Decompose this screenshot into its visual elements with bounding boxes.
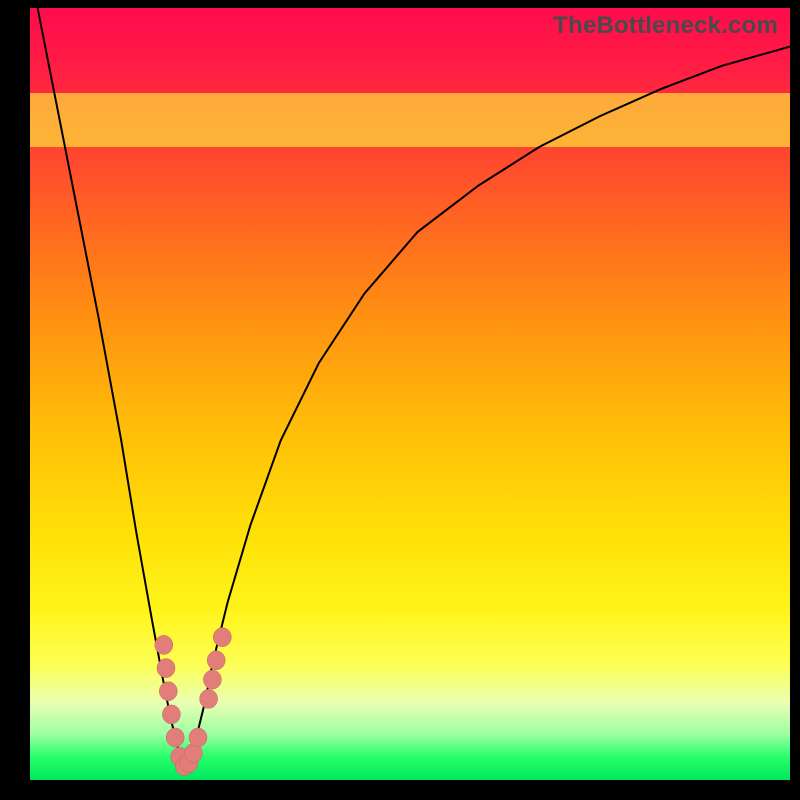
marker-layer	[155, 628, 232, 776]
data-point-marker	[155, 635, 173, 654]
data-point-marker	[189, 728, 207, 747]
chart-frame: TheBottleneck.com	[30, 8, 790, 780]
data-point-marker	[213, 628, 231, 647]
chart-svg	[30, 8, 790, 780]
watermark-text: TheBottleneck.com	[553, 12, 778, 40]
data-point-marker	[159, 682, 177, 701]
data-point-marker	[166, 728, 184, 747]
data-point-marker	[162, 705, 180, 724]
bottleneck-curve	[30, 8, 790, 765]
data-point-marker	[200, 689, 218, 708]
data-point-marker	[203, 670, 221, 689]
data-point-marker	[157, 659, 175, 678]
data-point-marker	[207, 651, 225, 670]
curve-layer	[30, 8, 790, 765]
